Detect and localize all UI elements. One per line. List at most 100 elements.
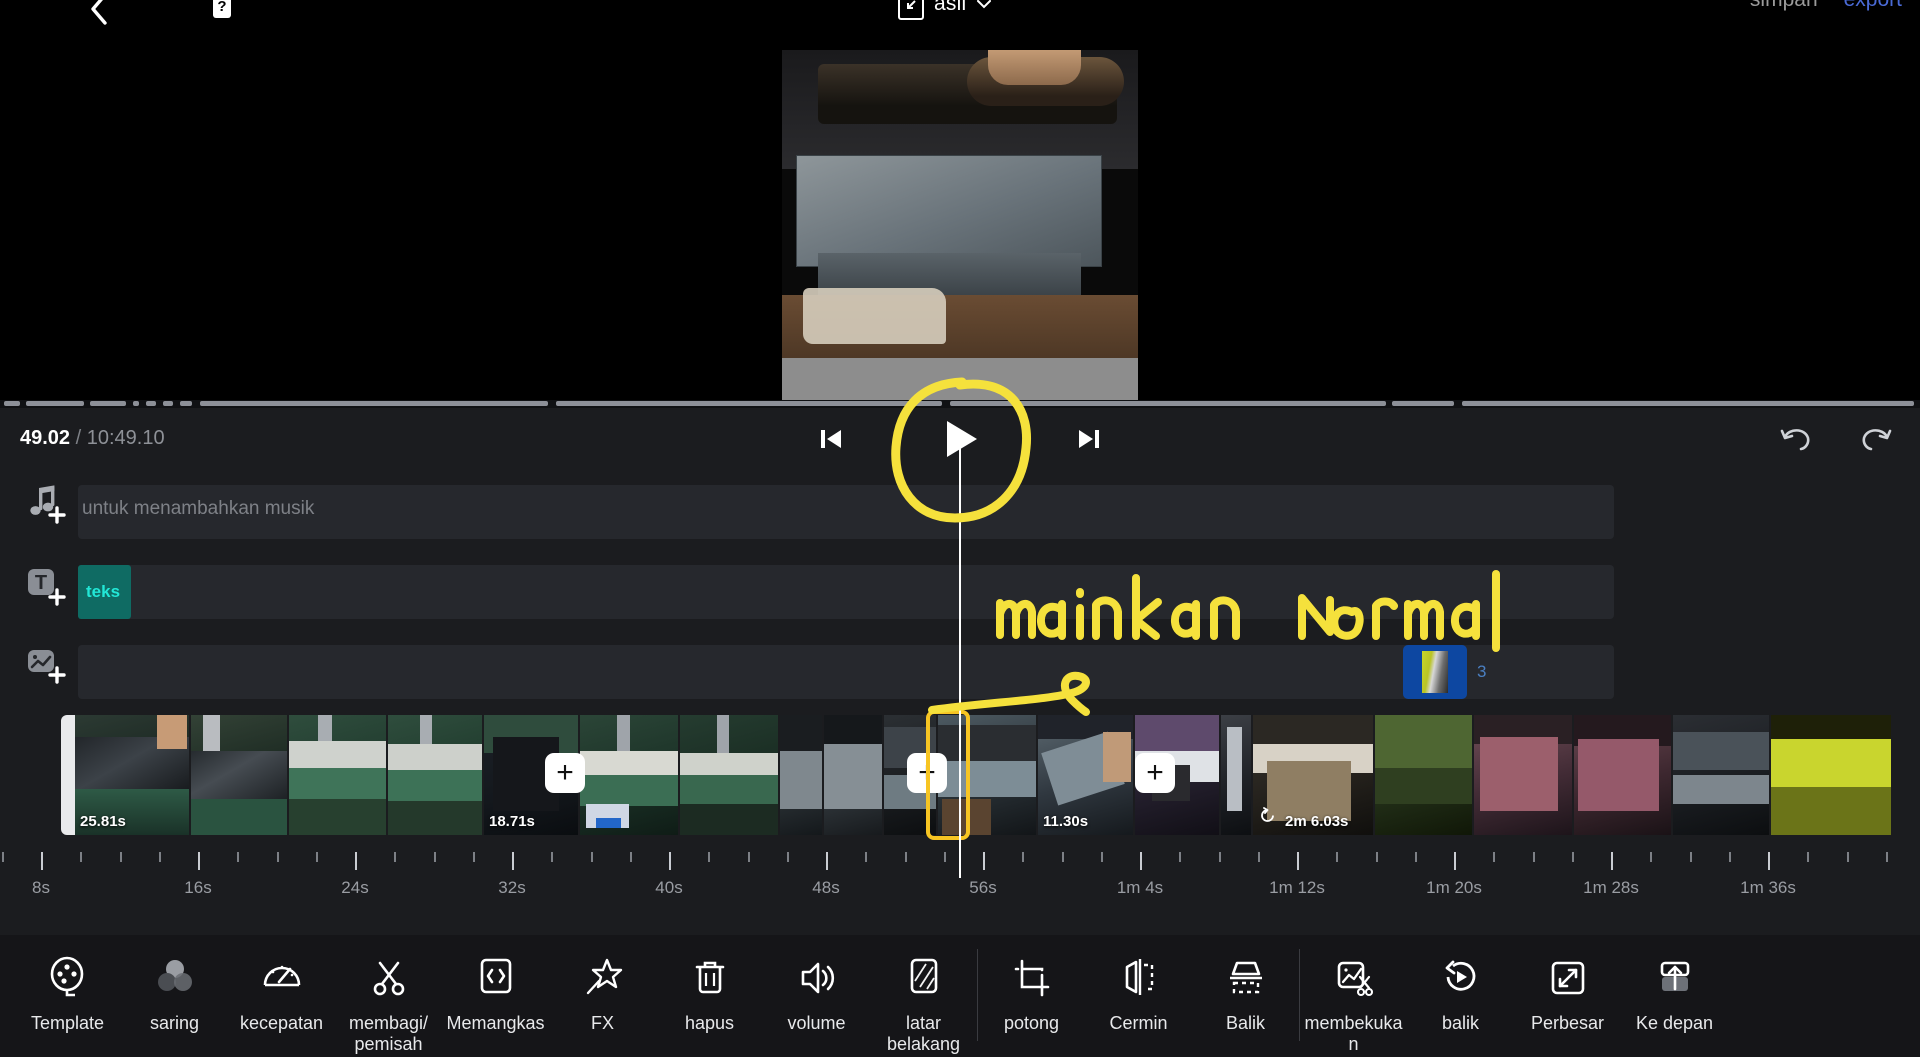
tool-label: FX: [590, 1013, 614, 1033]
tool-cermin[interactable]: Cermin: [1085, 935, 1192, 1034]
ruler-minor-tick: [1179, 852, 1182, 862]
ruler-major-tick: [1454, 852, 1456, 870]
image-track-lane[interactable]: [78, 645, 1614, 699]
tool-potong[interactable]: potong: [978, 935, 1085, 1034]
ruler-label: 1m 36s: [1740, 878, 1796, 897]
clip-thumbnail[interactable]: [1771, 715, 1891, 835]
ruler-label: 40s: [655, 878, 683, 897]
clip-thumbnail[interactable]: [191, 715, 287, 835]
trash-icon: [687, 953, 733, 1003]
add-text-icon[interactable]: T: [22, 562, 68, 608]
clip-thumbnail[interactable]: [1574, 715, 1671, 835]
ruler-minor-tick: [472, 852, 475, 862]
clip-thumbnail[interactable]: 11.30s: [1038, 715, 1133, 835]
tool-label: Template: [30, 1013, 105, 1033]
tool-membagi[interactable]: membagi/pemisah: [335, 935, 442, 1054]
playhead[interactable]: [959, 470, 961, 878]
time-separator: /: [75, 427, 82, 449]
ruler-minor-tick: [1885, 852, 1888, 862]
skip-next-icon[interactable]: [1072, 422, 1106, 456]
tool-ke-depan[interactable]: Ke depan: [1621, 935, 1728, 1034]
tool-label-line2: belakang: [886, 1033, 961, 1054]
tool-label-line2: pemisah: [354, 1033, 423, 1054]
video-preview-area[interactable]: [0, 28, 1920, 400]
ruler-minor-tick: [629, 852, 632, 862]
add-transition-button[interactable]: +: [1135, 753, 1175, 793]
ruler-major-tick: [1297, 852, 1299, 870]
current-time: 49.02: [20, 427, 71, 449]
text-track-lane[interactable]: [78, 565, 1614, 619]
question-mark-icon[interactable]: ?: [205, 0, 239, 24]
ruler-label: 1m 28s: [1583, 878, 1639, 897]
add-transition-button[interactable]: +: [545, 753, 585, 793]
tool-kecepatan[interactable]: kecepatan: [228, 935, 335, 1034]
undo-icon[interactable]: [1778, 421, 1814, 457]
bring-forward-icon: [1652, 953, 1698, 1003]
background-icon: [901, 953, 947, 1003]
tool-balik-vertikal[interactable]: Balik: [1192, 935, 1299, 1034]
clip-thumbnail[interactable]: 2m 6.03s: [1253, 715, 1373, 835]
ruler-major-tick: [41, 852, 43, 870]
ruler-minor-tick: [708, 852, 711, 862]
ruler-label: 48s: [812, 878, 840, 897]
ruler-minor-tick: [1100, 852, 1103, 862]
save-button[interactable]: simpan: [1750, 0, 1818, 12]
aspect-ratio-selector[interactable]: asli: [898, 0, 992, 20]
skip-previous-icon[interactable]: [814, 422, 848, 456]
ruler-major-tick: [1140, 852, 1142, 870]
clip-duration: 18.71s: [489, 813, 535, 830]
tool-volume[interactable]: volume: [763, 935, 870, 1034]
tool-fx[interactable]: FX: [549, 935, 656, 1034]
add-music-icon[interactable]: [22, 482, 68, 528]
redo-icon[interactable]: [1858, 421, 1894, 457]
clip-thumbnail[interactable]: [680, 715, 778, 835]
sticker-clip[interactable]: [1403, 645, 1467, 699]
export-button[interactable]: export: [1844, 0, 1902, 12]
add-image-icon[interactable]: [22, 642, 68, 688]
video-frame: [782, 50, 1138, 400]
clip-thumbnail[interactable]: [1375, 715, 1472, 835]
selected-clip-outline[interactable]: [926, 710, 970, 840]
clip-thumbnail[interactable]: [1221, 715, 1251, 835]
clip-thumbnail[interactable]: [1474, 715, 1572, 835]
clip-trim-handle-left[interactable]: [61, 715, 75, 835]
ruler-minor-tick: [1336, 852, 1339, 862]
ruler-minor-tick: [1061, 852, 1064, 862]
clip-thumbnail[interactable]: [780, 715, 822, 835]
clip-thumbnail[interactable]: [1673, 715, 1769, 835]
svg-text:T: T: [35, 572, 47, 594]
sticker-count: 3: [1477, 662, 1487, 681]
tool-saring[interactable]: saring: [121, 935, 228, 1034]
tool-template[interactable]: Template: [14, 935, 121, 1034]
clip-thumbnail[interactable]: [580, 715, 678, 835]
clip-thumbnail[interactable]: [289, 715, 386, 835]
tool-label-line2: n: [1348, 1033, 1359, 1054]
text-clip[interactable]: teks: [78, 565, 131, 619]
speedometer-icon: [259, 953, 305, 1003]
tool-label: Cermin: [1109, 1013, 1168, 1033]
tool-memangkas[interactable]: Memangkas: [442, 935, 549, 1034]
aspect-ratio-icon: [898, 0, 924, 20]
ruler-minor-tick: [394, 852, 397, 862]
music-placeholder[interactable]: untuk menambahkan musik: [82, 498, 314, 520]
tool-label: membagi/: [348, 1013, 429, 1033]
clip-thumbnail[interactable]: [824, 715, 882, 835]
back-button[interactable]: [82, 0, 116, 26]
tool-balik[interactable]: balik: [1407, 935, 1514, 1034]
tool-latar-belakang[interactable]: latar belakang: [870, 935, 977, 1054]
tool-perbesar[interactable]: Perbesar: [1514, 935, 1621, 1034]
preview-scrub-strip[interactable]: [0, 400, 1920, 408]
tool-membekukan[interactable]: membekuka n: [1300, 935, 1407, 1054]
clip-thumbnail[interactable]: 25.81s: [75, 715, 189, 835]
ruler-minor-tick: [1, 852, 4, 862]
tool-hapus[interactable]: hapus: [656, 935, 763, 1034]
clip-thumbnail[interactable]: [388, 715, 482, 835]
video-editor-app: ? asli simpan export: [0, 0, 1920, 1057]
playhead-top: [959, 446, 961, 472]
top-bar: ? asli simpan export: [0, 0, 1920, 28]
ruler-minor-tick: [551, 852, 554, 862]
ruler-major-tick: [826, 852, 828, 870]
ruler-label: 56s: [969, 878, 997, 897]
freeze-frame-icon: [1331, 953, 1377, 1003]
tool-label: volume: [787, 1013, 846, 1033]
